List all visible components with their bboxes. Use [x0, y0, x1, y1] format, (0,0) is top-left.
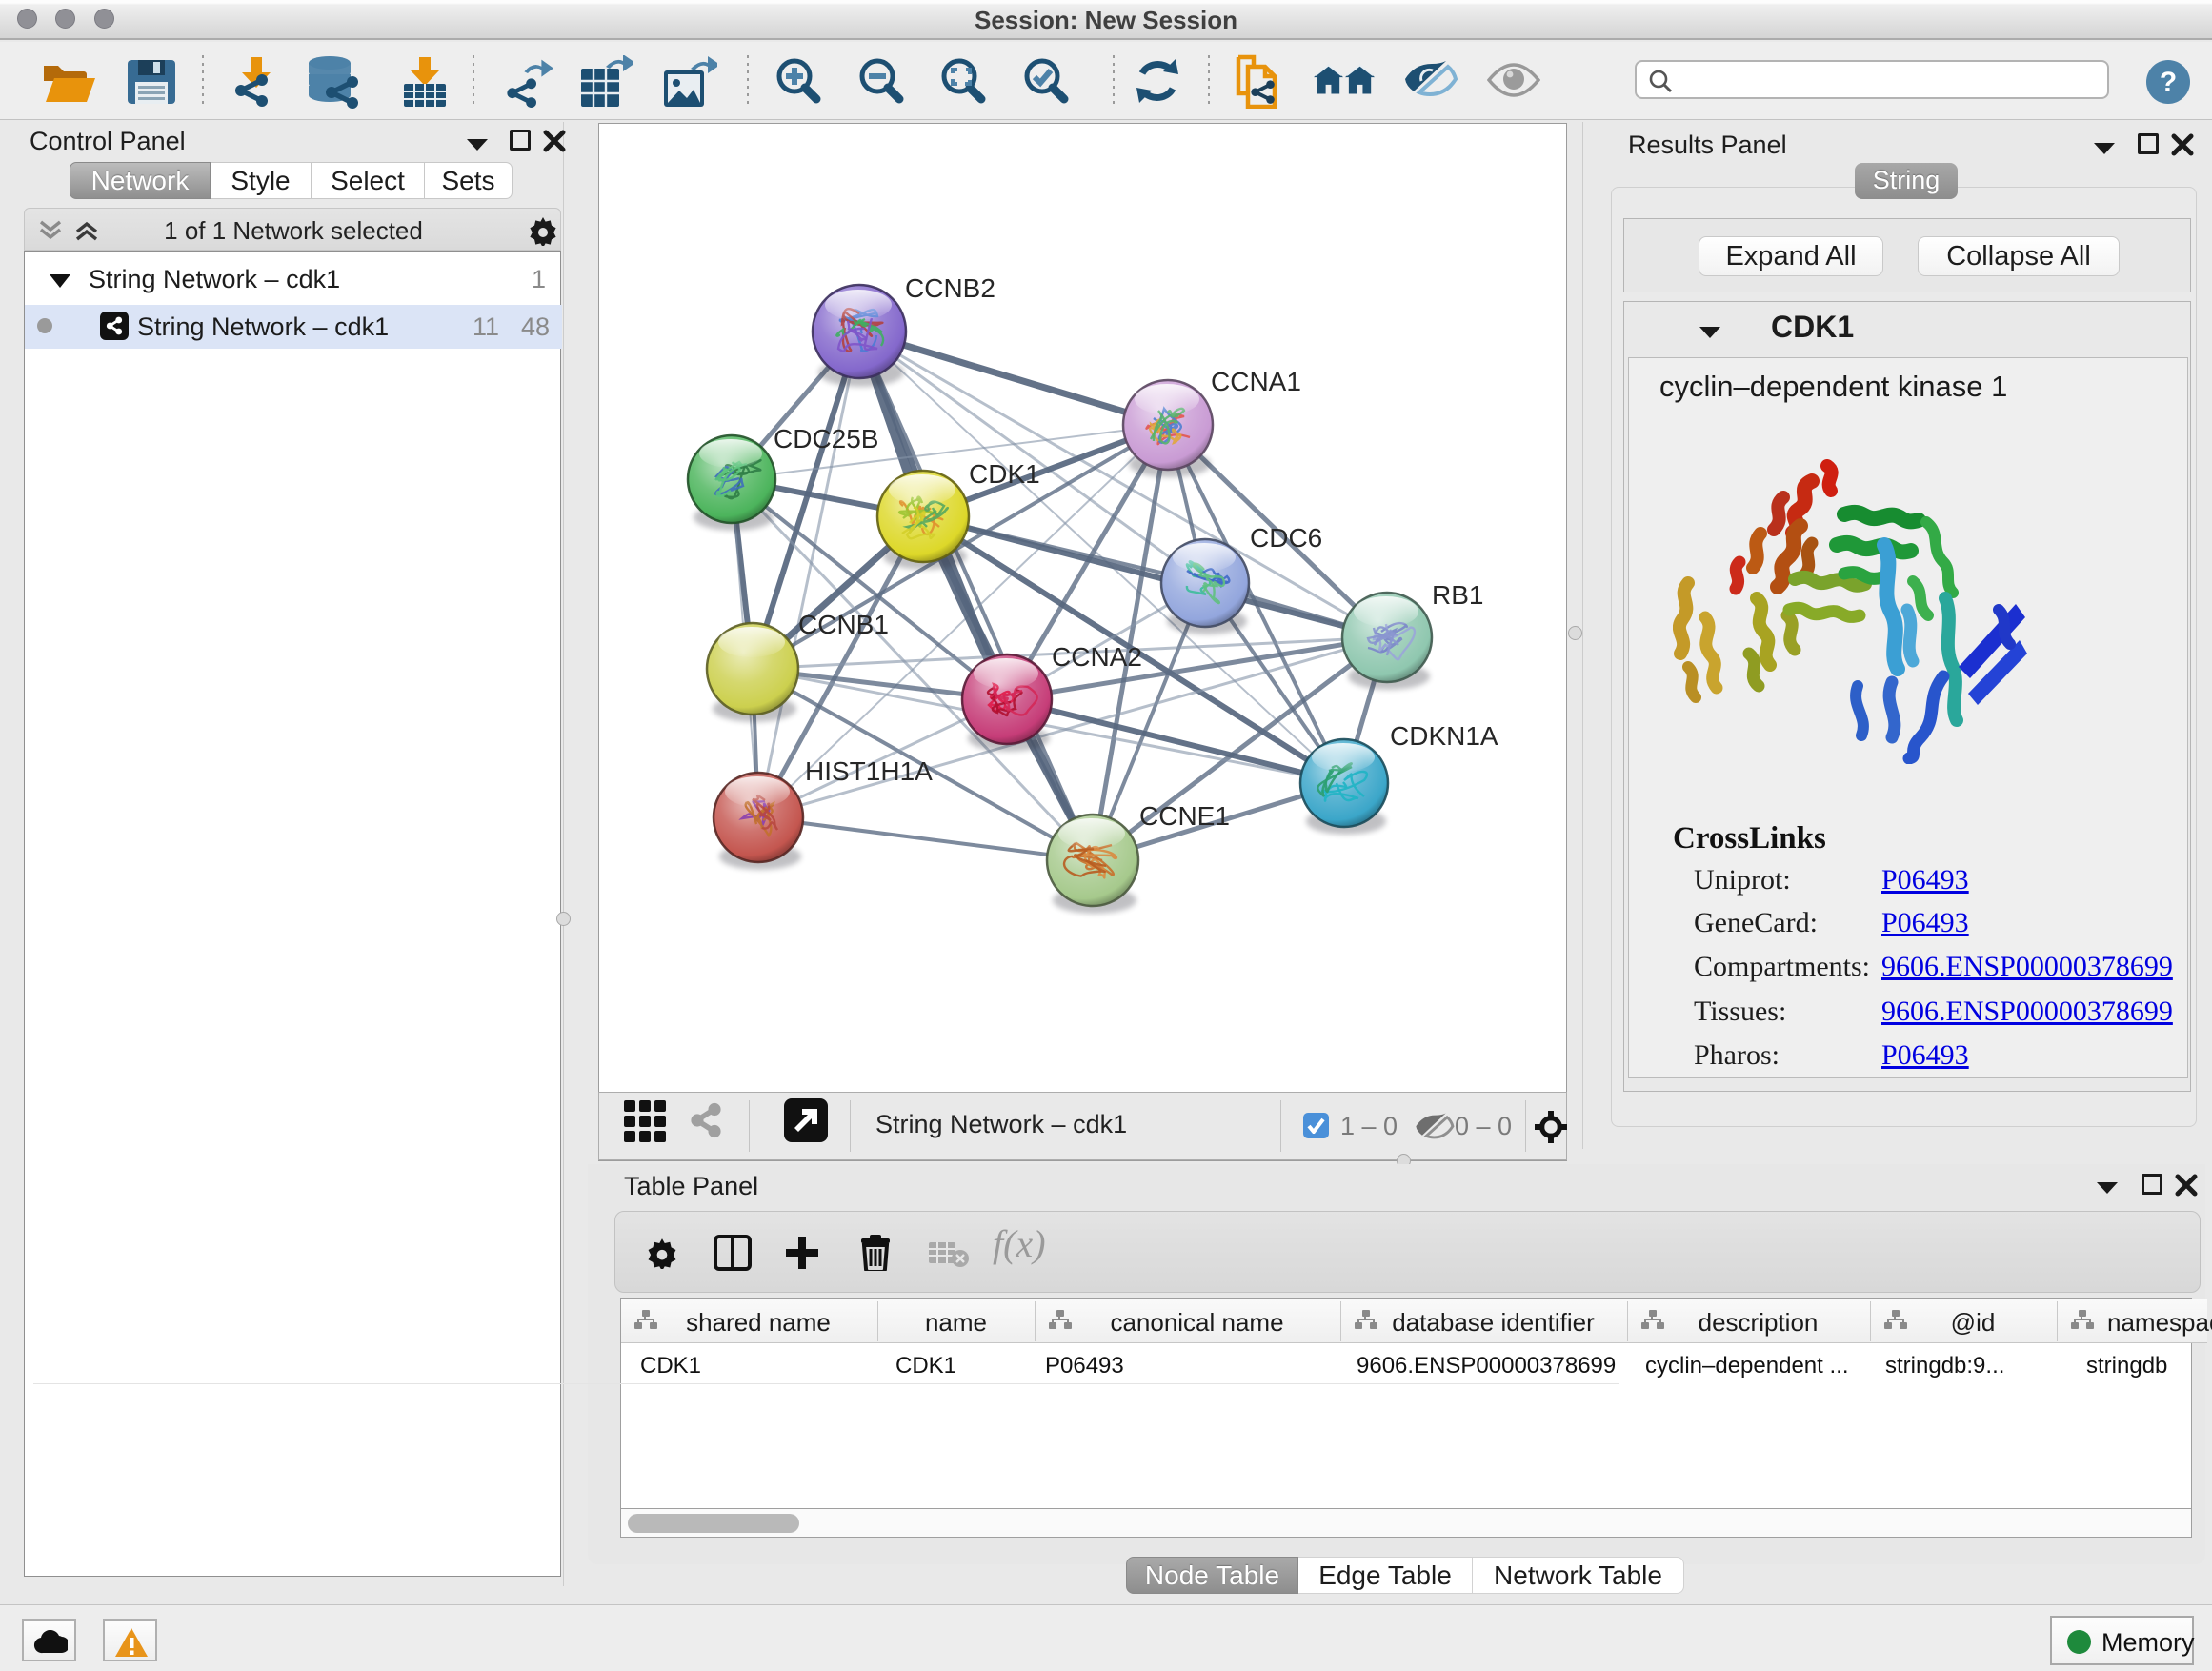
svg-text:?: ? [2160, 67, 2177, 98]
svg-text:CCNB1: CCNB1 [798, 610, 889, 639]
svg-text:CCNB2: CCNB2 [905, 273, 995, 303]
svg-text:RB1: RB1 [1432, 580, 1483, 610]
svg-text:CCNE1: CCNE1 [1139, 801, 1230, 831]
svg-text:CDK1: CDK1 [969, 459, 1040, 489]
svg-text:CCNA2: CCNA2 [1052, 642, 1142, 672]
svg-text:CDC25B: CDC25B [774, 424, 878, 453]
svg-text:HIST1H1A: HIST1H1A [805, 756, 933, 786]
svg-text:CDKN1A: CDKN1A [1390, 721, 1498, 751]
svg-text:CDC6: CDC6 [1250, 523, 1322, 553]
svg-text:CCNA1: CCNA1 [1211, 367, 1301, 396]
